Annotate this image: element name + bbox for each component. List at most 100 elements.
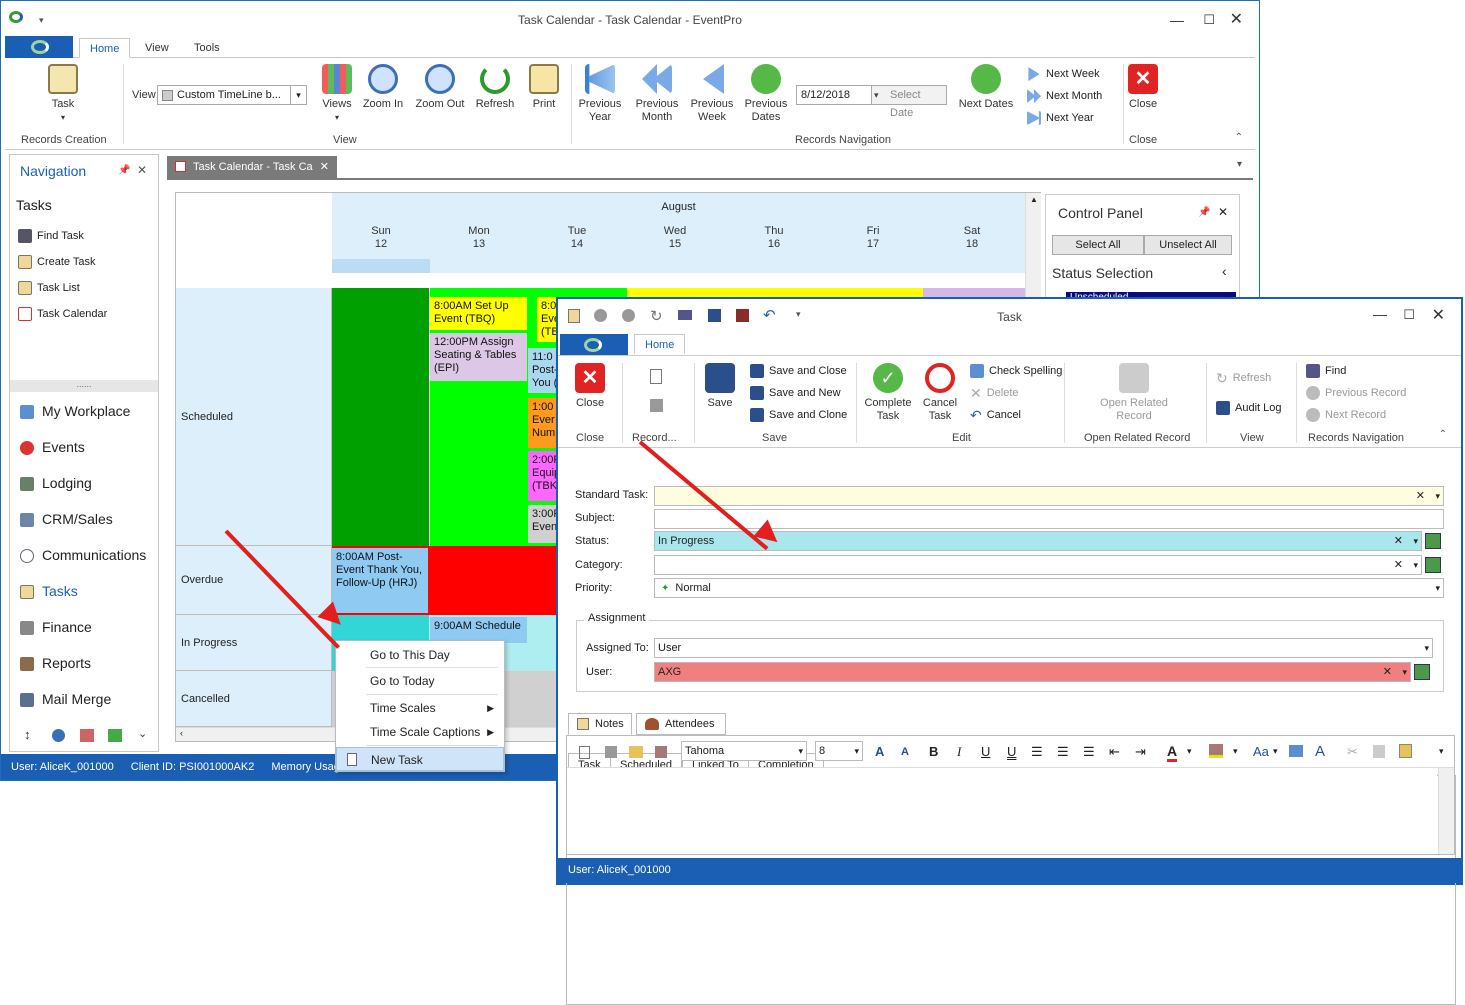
pin-icon[interactable]: 📌 [118,165,130,176]
new-task-button[interactable]: Task ▾ [45,64,81,124]
save-and-clone-button[interactable]: Save and Clone [750,408,847,423]
close-calendar-button[interactable]: ✕ Close [1125,64,1161,111]
save-and-new-button[interactable]: Save and New [750,386,841,401]
assigned-to-field[interactable]: User ▾ [654,638,1433,658]
multilevel-list-icon[interactable]: ☰ [1083,744,1095,760]
open-related-record-button[interactable]: Open Related Record [1098,363,1170,423]
chevron-down-icon[interactable]: ▾ [1273,746,1278,757]
cut-icon[interactable]: ✂ [1347,744,1358,760]
next-month-button[interactable]: Next Month [1027,89,1102,104]
underline-icon[interactable]: U [981,744,990,759]
task-tab-home[interactable]: Home [634,334,686,354]
day-header-wed[interactable]: Wed 15 [626,225,724,251]
check-spelling-button[interactable]: Check Spelling [970,364,1062,379]
pen-doc-icon[interactable] [655,746,667,758]
refresh-button[interactable]: Refresh [473,64,517,111]
bullet-list-icon[interactable]: ☰ [1031,744,1043,760]
next-dates-button[interactable]: Next Dates [957,64,1015,111]
clear-icon[interactable]: ✕ [1383,663,1392,681]
menu-new-task[interactable]: New Task [336,747,504,771]
collapse-ribbon-icon[interactable]: ⌃ [1235,132,1243,143]
save-and-close-button[interactable]: Save and Close [750,364,847,379]
change-case-icon[interactable]: Aa [1253,744,1269,759]
nav-my-workplace[interactable]: My Workplace [20,403,130,420]
menu-time-scales[interactable]: Time Scales ▶ [336,696,504,720]
nav-tasks[interactable]: Tasks [20,583,78,600]
lookup-grid-icon[interactable] [1414,664,1430,680]
highlight-icon[interactable] [1209,744,1223,758]
select-date-button[interactable]: ▾ Select Date [871,85,947,119]
event-assign-seating[interactable]: 12:00PM Assign Seating & Tables (EPI) [430,333,527,381]
chevron-down-icon[interactable]: ▾ [1439,746,1444,757]
maximize-icon[interactable]: ☐ [1203,1,1215,39]
complete-task-button[interactable]: ✓ Complete Task [862,363,914,423]
nav-crm-sales[interactable]: CRM/Sales [20,511,113,528]
maximize-icon[interactable]: ☐ [1403,307,1415,323]
zoom-out-button[interactable]: Zoom Out [415,64,465,111]
lookup-grid-icon[interactable] [1425,557,1441,573]
notes-editor[interactable] [567,768,1437,854]
unselect-all-button[interactable]: Unselect All [1144,235,1232,255]
spell-check-icon[interactable] [1289,745,1303,757]
nav-finance[interactable]: Finance [20,619,92,636]
date-input[interactable]: 8/12/2018 [796,85,874,105]
chart-icon[interactable] [80,729,94,742]
italic-icon[interactable]: I [957,744,961,760]
previous-record-button[interactable]: Previous Record [1306,386,1406,401]
open-folder-icon[interactable] [629,746,643,758]
task-refresh-button[interactable]: ↻ Refresh [1216,371,1271,385]
find-task-link[interactable]: Find Task [18,229,84,243]
edit-doc-icon[interactable] [605,746,617,758]
new-doc-icon[interactable] [579,746,590,759]
standard-task-field[interactable]: ✕ ▾ [654,486,1444,506]
create-task-link[interactable]: Create Task [18,255,96,269]
sort-icon[interactable]: ↕ [24,727,31,742]
copy-record-icon[interactable] [650,399,663,412]
day-header-sun[interactable]: Sun 12 [332,225,430,251]
shrink-font-icon[interactable]: A [901,746,909,758]
day-header-thu[interactable]: Thu 16 [725,225,823,251]
task-close-button[interactable]: ✕ Close [570,363,610,410]
clear-icon[interactable]: ✕ [1394,556,1403,574]
cancel-edit-button[interactable]: ↶ Cancel [970,408,1021,422]
app-logo-icon[interactable] [9,11,23,23]
lookup-grid-icon[interactable] [1425,533,1441,549]
day-header-mon[interactable]: Mon 13 [430,225,528,251]
font-size-select[interactable]: 8 ▾ [815,741,863,761]
next-record-button[interactable]: Next Record [1306,408,1386,423]
quick-access-dropdown-icon[interactable]: ▾ [39,1,44,39]
notes-scrollbar[interactable] [1438,768,1454,854]
nav-events[interactable]: Events [20,439,85,456]
nav-lodging[interactable]: Lodging [20,475,92,492]
cell-scheduled-sun[interactable] [332,288,429,546]
nav-reports[interactable]: Reports [20,655,91,672]
copy-icon[interactable] [1373,745,1385,758]
document-menu-icon[interactable]: ▾ [1237,159,1242,170]
new-record-icon[interactable] [650,369,662,384]
audit-log-button[interactable]: Audit Log [1216,401,1281,416]
file-menu-button[interactable] [5,36,73,58]
day-header-tue[interactable]: Tue 14 [528,225,626,251]
chevron-down-icon[interactable]: ▾ [1402,663,1407,681]
zoom-in-button[interactable]: Zoom In [362,64,404,111]
category-field[interactable]: ✕ ▾ [654,555,1422,575]
chevron-down-icon[interactable]: ⌄ [138,727,147,740]
font-family-select[interactable]: Tahoma ▾ [681,741,807,761]
indent-icon[interactable]: ⇥ [1135,744,1146,760]
chevron-down-icon[interactable]: ▾ [1187,746,1192,757]
chevron-left-icon[interactable]: ‹ [1222,263,1227,279]
font-color-icon[interactable]: A [1167,743,1178,762]
document-tab[interactable]: Task Calendar - Task Ca ✕ [167,156,337,178]
globe-icon[interactable] [52,729,65,742]
tab-view[interactable]: View [135,38,179,58]
priority-field[interactable]: ✦ Normal ▾ [654,578,1444,598]
previous-year-button[interactable]: Previous Year [577,64,623,124]
close-pane-icon[interactable]: ✕ [137,163,147,177]
previous-dates-button[interactable]: Previous Dates [742,64,790,124]
chevron-down-icon[interactable]: ▾ [1233,746,1238,757]
day-header-sat[interactable]: Sat 18 [923,225,1021,251]
menu-time-scale-captions[interactable]: Time Scale Captions ▶ [336,720,504,744]
day-header-fri[interactable]: Fri 17 [824,225,922,251]
pane-splitter[interactable]: ...... [10,380,158,392]
graph-icon[interactable] [108,729,122,742]
